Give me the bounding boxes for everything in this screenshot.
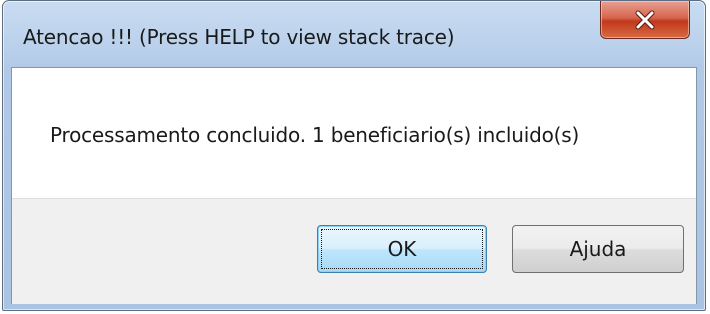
ok-button[interactable]: OK <box>317 225 487 273</box>
ok-button-label: OK <box>387 237 417 261</box>
dialog-title: Atencao !!! (Press HELP to view stack tr… <box>23 25 455 49</box>
close-button[interactable] <box>600 1 690 39</box>
close-icon <box>635 10 655 29</box>
button-bar: OK Ajuda <box>12 198 696 304</box>
help-button-label: Ajuda <box>569 237 627 261</box>
message-text: Processamento concluido. 1 beneficiario(… <box>50 123 580 147</box>
title-bar[interactable]: Atencao !!! (Press HELP to view stack tr… <box>3 1 705 67</box>
message-area: Processamento concluido. 1 beneficiario(… <box>12 68 696 198</box>
dialog-body: Processamento concluido. 1 beneficiario(… <box>11 67 697 304</box>
help-button[interactable]: Ajuda <box>512 225 684 273</box>
dialog-window: Atencao !!! (Press HELP to view stack tr… <box>2 0 706 311</box>
